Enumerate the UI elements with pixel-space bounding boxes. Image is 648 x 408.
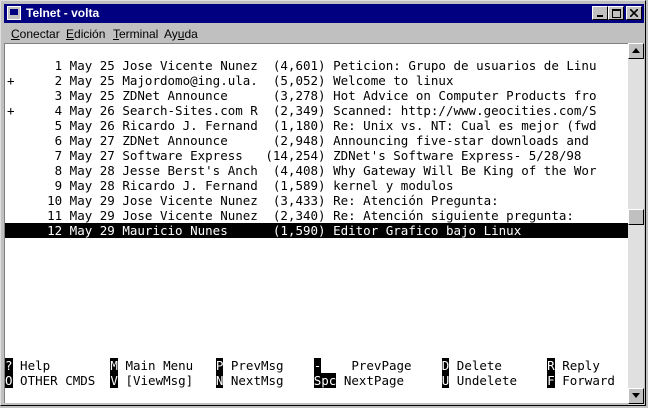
message-text: 5 May 26 Ricardo J. Fernand (1,180) Re: …: [17, 118, 597, 133]
message-row[interactable]: + 4 May 26 Search-Sites.com R (2,349) Sc…: [5, 103, 628, 118]
message-row[interactable]: 7 May 27 Software Express (14,254) ZDNet…: [5, 148, 628, 163]
command-bar: ? Help M Main Menu P PrevMsg - PrevPage D De…: [5, 358, 628, 390]
message-text: 6 May 27 ZDNet Announce (2,948) Announci…: [17, 133, 589, 148]
menu-ayuda[interactable]: Ayuda: [164, 27, 198, 41]
terminal-screen[interactable]: 1 May 25 Jose Vicente Nunez (4,601) Peti…: [4, 43, 628, 403]
message-text: 11 May 29 Jose Vicente Nunez (2,340) Re:…: [17, 208, 574, 223]
scroll-down-button[interactable]: [628, 388, 644, 404]
arrow-down-icon: [632, 393, 640, 398]
minimize-button[interactable]: [592, 6, 608, 20]
message-row[interactable]: 9 May 28 Ricardo J. Fernand (1,589) kern…: [5, 178, 628, 193]
message-row[interactable]: + 2 May 25 Majordomo@ing.ula. (5,052) We…: [5, 73, 628, 88]
message-row[interactable]: 10 May 29 Jose Vicente Nunez (3,433) Re:…: [5, 193, 628, 208]
menu-bar: Conectar Edición Terminal Ayuda: [4, 24, 644, 43]
message-text: 4 May 26 Search-Sites.com R (2,349) Scan…: [17, 103, 597, 118]
command-other-cmds[interactable]: O OTHER CMDS: [5, 373, 95, 388]
menu-terminal[interactable]: Terminal: [113, 27, 158, 41]
message-row[interactable]: 5 May 26 Ricardo J. Fernand (1,180) Re: …: [5, 118, 628, 133]
menu-edicion[interactable]: Edición: [66, 27, 105, 41]
menu-conectar[interactable]: Conectar: [11, 27, 60, 41]
message-text: 9 May 28 Ricardo J. Fernand (1,589) kern…: [17, 178, 454, 193]
message-row[interactable]: 3 May 25 ZDNet Announce (3,278) Hot Advi…: [5, 88, 628, 103]
message-row-selected[interactable]: 12 May 29 Mauricio Nunes (1,590) Editor …: [5, 223, 628, 238]
command-help[interactable]: ? Help: [5, 358, 50, 373]
command--viewmsg-[interactable]: V [ViewMsg]: [110, 373, 193, 388]
close-button[interactable]: [626, 6, 642, 20]
title-bar[interactable]: Telnet - volta: [4, 4, 644, 23]
message-text: 3 May 25 ZDNet Announce (3,278) Hot Advi…: [17, 88, 597, 103]
message-mark: +: [7, 73, 15, 88]
vertical-scrollbar[interactable]: [628, 43, 644, 405]
message-text: 8 May 28 Jesse Berst's Anch (4,408) Why …: [17, 163, 597, 178]
command-nextpage[interactable]: Spc NextPage: [313, 373, 404, 388]
message-text: 1 May 25 Jose Vicente Nunez (4,601) Peti…: [17, 58, 597, 73]
command-undelete[interactable]: U Undelete: [441, 373, 517, 388]
message-row[interactable]: 6 May 27 ZDNet Announce (2,948) Announci…: [5, 133, 628, 148]
scroll-thumb[interactable]: [628, 209, 644, 225]
command-delete[interactable]: D Delete: [441, 358, 502, 373]
message-text: 2 May 25 Majordomo@ing.ula. (5,052) Welc…: [17, 73, 454, 88]
close-icon: [630, 9, 638, 17]
command-nextmsg[interactable]: N NextMsg: [215, 373, 284, 388]
message-text: 10 May 29 Jose Vicente Nunez (3,433) Re:…: [17, 193, 499, 208]
command-main-menu[interactable]: M Main Menu: [110, 358, 193, 373]
command-prevmsg[interactable]: P PrevMsg: [215, 358, 284, 373]
telnet-window: Telnet - volta Conectar Edición Terminal Ay…: [0, 0, 646, 406]
scroll-up-button[interactable]: [628, 43, 644, 59]
command-prevpage[interactable]: - PrevPage: [313, 358, 412, 373]
command-reply[interactable]: R Reply: [547, 358, 600, 373]
message-row[interactable]: 8 May 28 Jesse Berst's Anch (4,408) Why …: [5, 163, 628, 178]
message-text: 7 May 27 Software Express (14,254) ZDNet…: [17, 148, 582, 163]
arrow-up-icon: [632, 48, 640, 53]
message-text: 12 May 29 Mauricio Nunes (1,590) Editor …: [17, 223, 522, 238]
command-forward[interactable]: F Forward: [547, 373, 615, 388]
window-title: Telnet - volta: [26, 6, 100, 20]
message-row[interactable]: 11 May 29 Jose Vicente Nunez (2,340) Re:…: [5, 208, 628, 223]
maximize-button[interactable]: [608, 6, 624, 20]
message-row[interactable]: 1 May 25 Jose Vicente Nunez (4,601) Peti…: [5, 58, 628, 73]
message-mark: +: [7, 103, 15, 118]
telnet-app-icon[interactable]: [7, 6, 21, 20]
